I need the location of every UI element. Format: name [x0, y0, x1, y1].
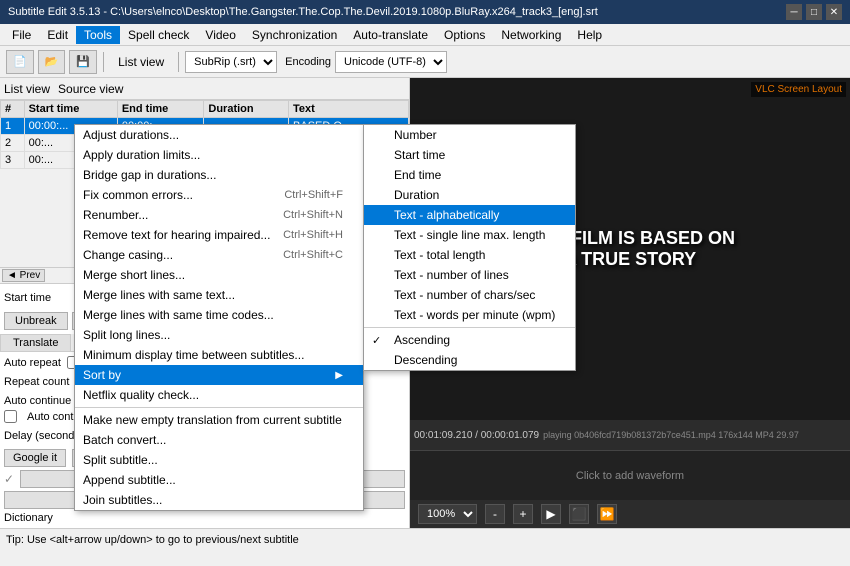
close-button[interactable]: ✕ [826, 4, 842, 20]
menu-remove-hearing[interactable]: Remove text for hearing impaired...Ctrl+… [75, 225, 363, 245]
waveform-button[interactable]: ⬛ [569, 504, 589, 524]
col-number: # [1, 101, 25, 118]
sort-number[interactable]: Number [364, 125, 575, 145]
status-text: Tip: Use <alt+arrow up/down> to go to pr… [6, 534, 299, 546]
menu-sort-by[interactable]: Sort by▶ [75, 365, 363, 385]
video-info: playing 0b406fcd719b081372b7ce451.mp4 17… [543, 430, 799, 440]
sortby-submenu: Number Start time End time Duration Text… [363, 124, 576, 371]
maximize-button[interactable]: □ [806, 4, 822, 20]
menu-file[interactable]: File [4, 26, 39, 44]
menu-split-long[interactable]: Split long lines... [75, 325, 363, 345]
repeat-count-label: Repeat count [4, 376, 69, 388]
tab-translate[interactable]: Translate [0, 334, 71, 351]
menu-synchronization[interactable]: Synchronization [244, 26, 345, 44]
menu-networking[interactable]: Networking [493, 26, 569, 44]
status-bar: Tip: Use <alt+arrow up/down> to go to pr… [0, 528, 850, 550]
window-controls: ─ □ ✕ [786, 4, 842, 20]
play-button[interactable]: ▶ [541, 504, 561, 524]
vlc-label: VLC Screen Layout [755, 84, 842, 95]
sort-ascending[interactable]: ✓Ascending [364, 330, 575, 350]
menu-fix-common-errors[interactable]: Fix common errors...Ctrl+Shift+F [75, 185, 363, 205]
waveform-area[interactable]: Click to add waveform [410, 450, 850, 500]
new-button[interactable]: 📄 [6, 50, 34, 74]
zoom-in-button[interactable]: + [513, 504, 533, 524]
tools-dropdown: Adjust durations... Apply duration limit… [74, 124, 364, 511]
vlc-overlay: VLC Screen Layout [751, 82, 846, 97]
unbreak-button[interactable]: Unbreak [4, 312, 68, 330]
open-button[interactable]: 📂 [38, 50, 66, 74]
source-view-label: Source view [58, 82, 123, 96]
menu-make-new-translation[interactable]: Make new empty translation from current … [75, 410, 363, 430]
menu-edit[interactable]: Edit [39, 26, 76, 44]
check-icon: ✓ [4, 472, 14, 486]
auto-continue-checkbox[interactable] [4, 410, 17, 423]
sort-wpm[interactable]: Text - words per minute (wpm) [364, 305, 575, 325]
menu-join-subtitles[interactable]: Join subtitles... [75, 490, 363, 510]
menu-video[interactable]: Video [197, 26, 243, 44]
waveform-label: Click to add waveform [576, 470, 684, 482]
auto-repeat-label: Auto repeat [4, 357, 61, 369]
menu-bar: File Edit Tools Spell check Video Synchr… [0, 24, 850, 46]
menu-batch-convert[interactable]: Batch convert... [75, 430, 363, 450]
sort-single-line-max[interactable]: Text - single line max. length [364, 225, 575, 245]
list-view-label: List view [4, 82, 50, 96]
encoding-label: Encoding [285, 56, 331, 68]
timeline-controls: 100% - + ▶ ⬛ ⏩ [410, 500, 850, 528]
menu-merge-same-text[interactable]: Merge lines with same text... [75, 285, 363, 305]
video-timecode: 00:01:09.210 / 00:00:01.079 [414, 430, 539, 441]
menu-autotranslate[interactable]: Auto-translate [345, 26, 436, 44]
save-button[interactable]: 💾 [69, 50, 97, 74]
menu-minimum-display[interactable]: Minimum display time between subtitles..… [75, 345, 363, 365]
menu-help[interactable]: Help [569, 26, 610, 44]
prev-button[interactable]: ◄ Prev [2, 269, 45, 282]
dictionary-label: Dictionary [4, 512, 53, 524]
video-controls: 00:01:09.210 / 00:00:01.079 playing 0b40… [410, 420, 850, 450]
start-time-label: Start time [4, 292, 74, 304]
toolbar: 📄 📂 💾 List view SubRip (.srt) Encoding U… [0, 46, 850, 78]
separator [75, 407, 363, 408]
sort-descending[interactable]: Descending [364, 350, 575, 370]
title-bar: Subtitle Edit 3.5.13 - C:\Users\elnco\De… [0, 0, 850, 24]
forward-button[interactable]: ⏩ [597, 504, 617, 524]
menu-merge-short[interactable]: Merge short lines... [75, 265, 363, 285]
subtitle-list-header: List view Source view [0, 78, 409, 100]
sort-num-lines[interactable]: Text - number of lines [364, 265, 575, 285]
toolbar-list-view[interactable]: List view [110, 53, 172, 71]
sort-end-time[interactable]: End time [364, 165, 575, 185]
menu-spellcheck[interactable]: Spell check [120, 26, 197, 44]
zoom-out-button[interactable]: - [485, 504, 505, 524]
window-title: Subtitle Edit 3.5.13 - C:\Users\elnco\De… [8, 6, 598, 18]
menu-adjust-durations[interactable]: Adjust durations... [75, 125, 363, 145]
sort-duration[interactable]: Duration [364, 185, 575, 205]
auto-continue-label: Auto continue [4, 395, 71, 407]
zoom-select[interactable]: 100% [418, 504, 477, 524]
sort-chars-per-sec[interactable]: Text - number of chars/sec [364, 285, 575, 305]
col-end: End time [117, 101, 204, 118]
menu-options[interactable]: Options [436, 26, 493, 44]
sortby-separator [364, 327, 575, 328]
menu-merge-same-time[interactable]: Merge lines with same time codes... [75, 305, 363, 325]
col-text: Text [289, 101, 409, 118]
menu-netflix-quality[interactable]: Netflix quality check... [75, 385, 363, 405]
sort-total-length[interactable]: Text - total length [364, 245, 575, 265]
separator-1 [103, 52, 104, 72]
minimize-button[interactable]: ─ [786, 4, 802, 20]
sort-start-time[interactable]: Start time [364, 145, 575, 165]
menu-tools[interactable]: Tools [76, 26, 120, 44]
menu-renumber[interactable]: Renumber...Ctrl+Shift+N [75, 205, 363, 225]
menu-change-casing[interactable]: Change casing...Ctrl+Shift+C [75, 245, 363, 265]
delay-label: Delay (seconds) [4, 430, 83, 442]
menu-split-subtitle[interactable]: Split subtitle... [75, 450, 363, 470]
menu-append-subtitle[interactable]: Append subtitle... [75, 470, 363, 490]
google-it-button[interactable]: Google it [4, 449, 66, 467]
sort-text-alpha[interactable]: Text - alphabetically [364, 205, 575, 225]
encoding-select[interactable]: Unicode (UTF-8) [335, 51, 447, 73]
menu-apply-duration-limits[interactable]: Apply duration limits... [75, 145, 363, 165]
col-dur: Duration [204, 101, 289, 118]
format-select[interactable]: SubRip (.srt) [185, 51, 277, 73]
col-start: Start time [24, 101, 117, 118]
separator-2 [178, 52, 179, 72]
menu-bridge-gap[interactable]: Bridge gap in durations... [75, 165, 363, 185]
